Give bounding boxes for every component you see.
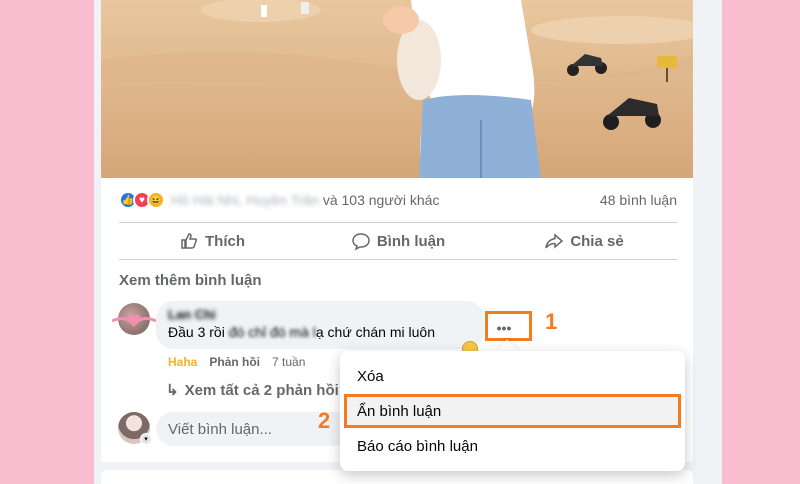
comment-haha-button[interactable]: Haha — [168, 355, 197, 369]
comment-timestamp[interactable]: 7 tuần — [272, 355, 305, 369]
chevron-down-icon[interactable]: ▾ — [140, 433, 152, 445]
comment-bubble: Lan Chi Đầu 3 rồi đó chỉ đó mà lạ chứ ch… — [156, 301, 484, 349]
share-button[interactable]: Chia sẻ — [491, 223, 677, 259]
next-post-card — [101, 470, 693, 484]
haha-icon: 😆 — [147, 191, 165, 209]
like-button[interactable]: Thích — [119, 223, 305, 259]
post-photo[interactable] — [101, 0, 693, 178]
comment-reply-button[interactable]: Phản hồi — [209, 355, 260, 369]
post-stats: 👍 ♥ 😆 Hồ Hải Nhi, Huyền Trân và 103 ngườ… — [119, 186, 677, 214]
like-label: Thích — [205, 232, 245, 250]
comments-count[interactable]: 48 bình luận — [600, 192, 677, 208]
see-more-comments-link[interactable]: Xem thêm bình luận — [119, 272, 262, 289]
thumbs-up-icon — [181, 233, 198, 249]
comment-label: Bình luận — [376, 232, 446, 250]
view-replies-link[interactable]: ↳ Xem tất cả 2 phản hồi — [166, 381, 339, 400]
reactor-names[interactable]: Hồ Hải Nhi, Huyền Trân — [171, 192, 319, 208]
share-label: Chia sẻ — [570, 232, 624, 250]
heart-sticker-icon — [112, 315, 156, 327]
comment-icon — [352, 233, 370, 251]
share-icon — [545, 233, 564, 249]
view-replies-label: Xem tất cả 2 phản hồi — [184, 381, 339, 399]
annotation-step-2: 2 — [318, 408, 331, 433]
comment-meta: Haha Phản hồi 7 tuần — [168, 355, 305, 369]
menu-item-hide-comment[interactable]: Ẩn bình luận — [357, 403, 441, 420]
comment-author[interactable]: Lan Chi — [168, 307, 472, 322]
post-actions: Thích Bình luận Chia sẻ — [119, 222, 677, 260]
reaction-icons[interactable]: 👍 ♥ 😆 — [119, 191, 165, 209]
write-comment-placeholder: Viết bình luận... — [168, 420, 272, 438]
reactions-count[interactable]: và 103 người khác — [323, 192, 440, 208]
menu-item-report-comment[interactable]: Báo cáo bình luận — [357, 438, 478, 455]
annotation-box-1 — [485, 311, 532, 341]
annotation-step-1: 1 — [545, 309, 558, 334]
comment-text: Đầu 3 rồi đó chỉ đó mà lạ chứ chán mi lu… — [168, 324, 435, 340]
menu-item-delete[interactable]: Xóa — [357, 368, 384, 385]
reply-arrow-icon: ↳ — [166, 382, 179, 399]
comment-button[interactable]: Bình luận — [305, 223, 491, 259]
